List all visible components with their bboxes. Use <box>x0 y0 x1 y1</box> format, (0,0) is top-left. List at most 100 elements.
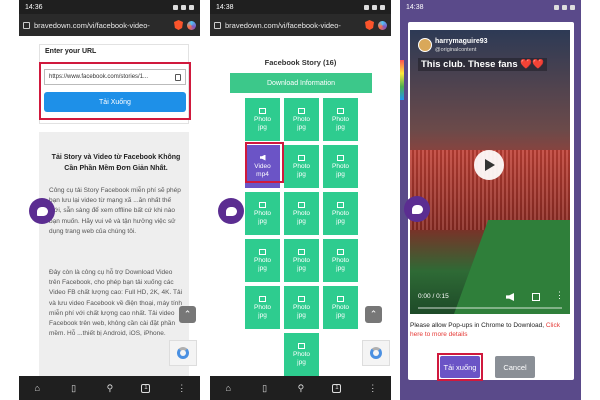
tile-format-label: jpg <box>297 264 306 272</box>
chevron-up-icon: ⌃ <box>183 309 192 319</box>
tile-type-label: Photo <box>293 350 310 358</box>
tile-format-label: jpg <box>297 311 306 319</box>
video-player[interactable]: harrymaguire93 @originalcontent This clu… <box>410 30 570 314</box>
photo-download-tile[interactable]: Photo jpg <box>323 145 358 188</box>
story-caption: This club. These fans ❤️❤️ <box>418 58 547 71</box>
photo-download-tile[interactable]: Photo jpg <box>245 98 280 141</box>
scroll-top-button[interactable]: ⌃ <box>179 306 196 323</box>
video-progress-bar[interactable] <box>418 307 562 309</box>
recaptcha-icon <box>177 347 189 359</box>
article-paragraph-1: Công cụ tải Story Facebook miễn phí sẽ p… <box>49 187 181 235</box>
more-icon[interactable]: ⋮ <box>555 291 564 300</box>
brave-shield-icon[interactable] <box>365 20 374 30</box>
tile-type-label: Photo <box>332 162 349 170</box>
image-icon <box>259 248 266 255</box>
home-icon[interactable]: ⌂ <box>32 383 42 393</box>
tile-type-label: Photo <box>332 256 349 264</box>
download-information-button[interactable]: Download Information <box>230 73 372 93</box>
video-time: 0:00 / 0:15 <box>418 293 449 300</box>
tile-format-label: jpg <box>258 123 267 131</box>
photo-download-tile[interactable]: Photo jpg <box>284 145 319 188</box>
play-icon <box>485 159 495 171</box>
photo-download-tile[interactable]: Photo jpg <box>284 98 319 141</box>
background-sliver <box>400 60 404 100</box>
address-bar[interactable]: bravedown.com/vi/facebook-video- <box>19 14 200 36</box>
tile-format-label: jpg <box>297 170 306 178</box>
tile-type-label: Photo <box>254 115 271 123</box>
home-icon[interactable]: ⌂ <box>223 383 233 393</box>
story-subline: @originalcontent <box>435 47 477 53</box>
tabs-icon[interactable]: 1 <box>332 383 342 393</box>
bookmark-icon[interactable]: ▯ <box>69 383 79 393</box>
chat-button[interactable] <box>404 196 430 222</box>
photo-download-tile[interactable]: Photo jpg <box>323 239 358 282</box>
brave-shield-icon[interactable] <box>174 20 183 30</box>
tile-format-label: jpg <box>297 217 306 225</box>
extension-icon[interactable] <box>378 20 387 30</box>
url-text[interactable]: bravedown.com/vi/facebook-video- <box>34 21 170 30</box>
lock-icon <box>23 21 30 29</box>
tile-type-label: Photo <box>293 256 310 264</box>
photo-download-tile[interactable]: Photo jpg <box>284 333 319 376</box>
recaptcha-badge[interactable] <box>362 340 390 366</box>
image-icon <box>337 107 344 114</box>
status-icons <box>554 4 575 10</box>
more-icon[interactable]: ⋮ <box>177 383 187 393</box>
more-icon[interactable]: ⋮ <box>368 383 378 393</box>
chat-icon <box>411 204 423 214</box>
highlight-box <box>437 353 483 381</box>
photo-download-tile[interactable]: Photo jpg <box>245 192 280 235</box>
photo-download-tile[interactable]: Photo jpg <box>245 239 280 282</box>
phone-screen-3: 14:38 harrymaguire93 @originalcontent Th… <box>400 0 581 400</box>
avatar <box>418 38 432 52</box>
web-page: Enter your URL https://www.facebook.com/… <box>19 36 200 376</box>
recaptcha-badge[interactable] <box>169 340 197 366</box>
photo-download-tile[interactable]: Photo jpg <box>323 192 358 235</box>
image-icon <box>259 107 266 114</box>
chat-icon <box>225 206 237 216</box>
photo-download-tile[interactable]: Photo jpg <box>284 239 319 282</box>
image-icon <box>337 248 344 255</box>
image-icon <box>298 248 305 255</box>
web-page: Facebook Story (16) Download Information… <box>210 36 391 376</box>
chat-button[interactable] <box>218 198 244 224</box>
lock-icon <box>214 21 221 29</box>
tile-format-label: jpg <box>258 217 267 225</box>
photo-download-tile[interactable]: Photo jpg <box>323 286 358 329</box>
highlight-box <box>39 62 191 120</box>
photo-download-tile[interactable]: Photo jpg <box>284 286 319 329</box>
image-icon <box>259 201 266 208</box>
bookmark-icon[interactable]: ▯ <box>260 383 270 393</box>
story-title: Facebook Story (16) <box>264 58 337 67</box>
address-bar[interactable]: bravedown.com/vi/facebook-video- <box>210 14 391 36</box>
chat-button[interactable] <box>29 198 55 224</box>
tile-format-label: jpg <box>297 123 306 131</box>
image-icon <box>298 295 305 302</box>
tile-format-label: jpg <box>258 264 267 272</box>
extension-icon[interactable] <box>187 20 196 30</box>
tile-type-label: Photo <box>332 209 349 217</box>
tile-type-label: Photo <box>293 115 310 123</box>
fullscreen-icon[interactable] <box>532 293 540 301</box>
photo-download-tile[interactable]: Photo jpg <box>245 286 280 329</box>
status-time: 14:38 <box>216 3 234 11</box>
tile-format-label: jpg <box>297 358 306 366</box>
image-icon <box>337 154 344 161</box>
tabs-icon[interactable]: 1 <box>141 383 151 393</box>
tile-format-label: jpg <box>336 217 345 225</box>
tile-format-label: jpg <box>258 311 267 319</box>
play-button[interactable] <box>474 150 504 180</box>
scroll-top-button[interactable]: ⌃ <box>365 306 382 323</box>
tile-format-label: jpg <box>336 170 345 178</box>
cancel-button[interactable]: Cancel <box>495 356 535 378</box>
photo-download-tile[interactable]: Photo jpg <box>284 192 319 235</box>
status-time: 14:38 <box>406 3 424 11</box>
url-text[interactable]: bravedown.com/vi/facebook-video- <box>225 21 361 30</box>
image-icon <box>298 154 305 161</box>
chevron-up-icon: ⌃ <box>369 309 378 319</box>
photo-download-tile[interactable]: Photo jpg <box>323 98 358 141</box>
search-icon[interactable]: ⚲ <box>105 383 115 393</box>
status-icons <box>364 4 385 10</box>
tile-format-label: jpg <box>336 264 345 272</box>
search-icon[interactable]: ⚲ <box>296 383 306 393</box>
